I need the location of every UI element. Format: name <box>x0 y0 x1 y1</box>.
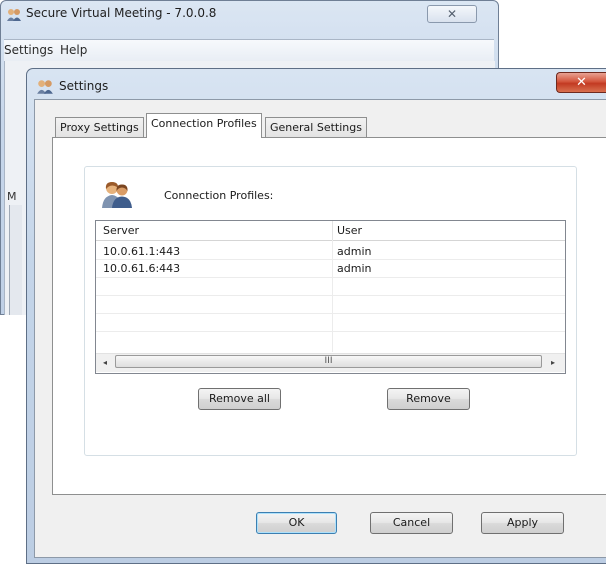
column-header-user[interactable]: User <box>337 224 362 237</box>
grid-line <box>96 313 565 314</box>
tab-general-settings[interactable]: General Settings <box>265 117 367 137</box>
app-menubar: Settings Help <box>4 39 494 62</box>
row-server[interactable]: 10.0.61.6:443 <box>103 262 180 275</box>
grid-line <box>96 259 565 260</box>
cancel-button[interactable]: Cancel <box>370 512 453 534</box>
tab-proxy-settings[interactable]: Proxy Settings <box>55 117 144 137</box>
grid-line <box>96 277 565 278</box>
app-side-panel <box>9 205 22 315</box>
apply-button[interactable]: Apply <box>481 512 564 534</box>
menu-settings[interactable]: Settings <box>4 43 53 57</box>
dialog-title: Settings <box>59 79 109 93</box>
scroll-left-icon[interactable]: ◂ <box>97 355 113 370</box>
scroll-thumb[interactable]: III <box>115 355 542 368</box>
ok-button[interactable]: OK <box>256 512 337 534</box>
row-user[interactable]: admin <box>337 262 371 275</box>
users-icon <box>7 9 21 21</box>
grid-line <box>96 331 565 332</box>
row-server[interactable]: 10.0.61.1:443 <box>103 245 180 258</box>
grid-line <box>96 295 565 296</box>
remove-button[interactable]: Remove <box>387 388 470 410</box>
app-window-title: Secure Virtual Meeting - 7.0.0.8 <box>26 6 217 20</box>
scroll-right-icon[interactable]: ▸ <box>545 355 561 370</box>
column-header-server[interactable]: Server <box>103 224 139 237</box>
app-close-button[interactable]: ✕ <box>427 5 477 23</box>
users-icon <box>37 80 53 94</box>
remove-all-button[interactable]: Remove all <box>198 388 281 410</box>
users-icon <box>102 182 132 208</box>
grid-line <box>332 240 333 352</box>
row-user[interactable]: admin <box>337 245 371 258</box>
dialog-close-button[interactable]: ✕ <box>556 72 606 93</box>
menu-help[interactable]: Help <box>60 43 87 57</box>
list-header: Server User <box>96 221 565 241</box>
group-title: Connection Profiles: <box>164 189 274 202</box>
tab-connection-profiles[interactable]: Connection Profiles <box>146 113 262 138</box>
profiles-list[interactable] <box>95 220 566 374</box>
app-partial-label: M <box>7 190 17 203</box>
column-separator[interactable] <box>332 221 333 240</box>
